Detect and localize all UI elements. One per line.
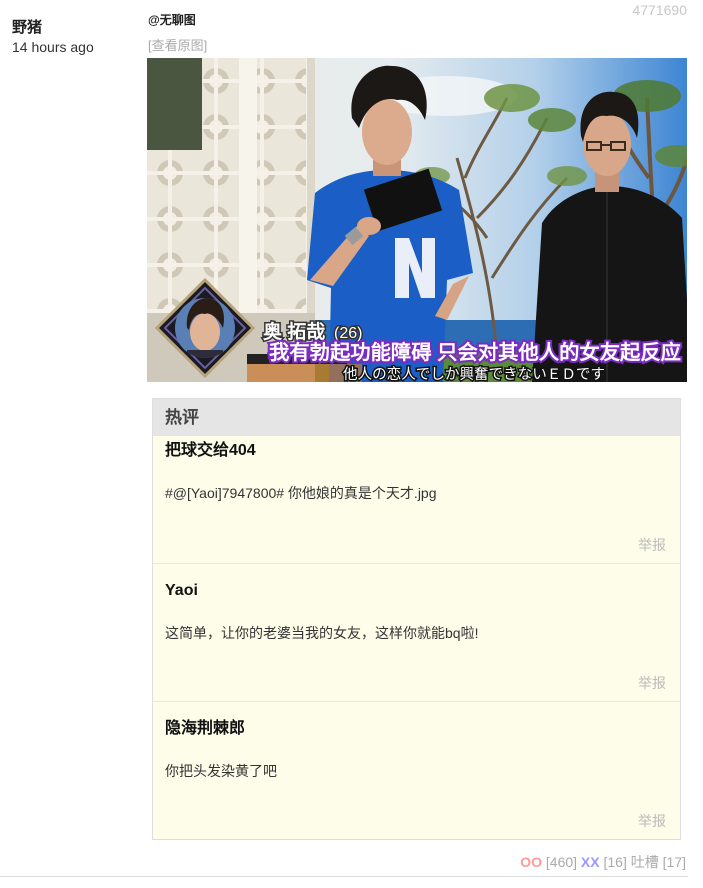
comment-text: 你把头发染黄了吧 xyxy=(165,763,277,779)
comment-item: 把球交给404 #@[Yaoi]7947800# 你他娘的真是个天才.jpg 举… xyxy=(153,436,680,563)
comment-text: 这简单，让你的老婆当我的女友，这样你就能bq啦! xyxy=(165,625,479,641)
category-label: @无聊图 xyxy=(148,13,196,27)
oo-vote-button[interactable]: OO xyxy=(520,854,542,870)
comment-author: 隐海荆棘郎 xyxy=(165,720,246,737)
hot-comments-title: 热评 xyxy=(153,399,680,436)
comment-text: #@[Yaoi]7947800# 你他娘的真是个天才.jpg xyxy=(165,485,437,501)
tucao-count: [17] xyxy=(662,854,686,870)
divider xyxy=(0,876,688,877)
post-id-link[interactable]: 4771690 xyxy=(632,1,687,19)
report-link[interactable]: 举报 xyxy=(638,673,666,693)
comment-item: Yaoi 这简单，让你的老婆当我的女友，这样你就能bq啦! 举报 xyxy=(153,563,680,701)
post-time: 14 hours ago xyxy=(12,39,94,55)
comment-author: 把球交给404 xyxy=(165,442,256,459)
comment-item: 隐海荆棘郎 你把头发染黄了吧 举报 xyxy=(153,701,680,839)
report-link[interactable]: 举报 xyxy=(638,535,666,555)
caption-age: (26) xyxy=(334,325,362,342)
subtitle-jp: 他人の恋人でしか興奮できないＥＤです xyxy=(343,365,605,382)
xx-count: [16] xyxy=(603,854,627,870)
xx-vote-button[interactable]: XX xyxy=(581,854,600,870)
report-link[interactable]: 举报 xyxy=(638,811,666,831)
subtitle-cn: 我有勃起功能障碍 只会对其他人的女友起反应 xyxy=(269,340,681,364)
comment-author: Yaoi xyxy=(165,582,198,599)
oo-count: [460] xyxy=(545,854,578,870)
post-image[interactable]: 奥 拓哉 (26) 我有勃起功能障碍 只会对其他人的女友起反应 他人の恋人でしか… xyxy=(147,58,687,382)
view-original-link[interactable]: [查看原图] xyxy=(148,38,207,54)
author-name: 野猪 xyxy=(12,19,43,36)
vote-bar: OO [460] XX [16] 吐槽 [17] xyxy=(520,854,686,870)
caption-name: 奥 拓哉 xyxy=(263,320,325,343)
tucao-button[interactable]: 吐槽 xyxy=(631,854,659,870)
hot-comments: 热评 把球交给404 #@[Yaoi]7947800# 你他娘的真是个天才.jp… xyxy=(152,398,681,840)
